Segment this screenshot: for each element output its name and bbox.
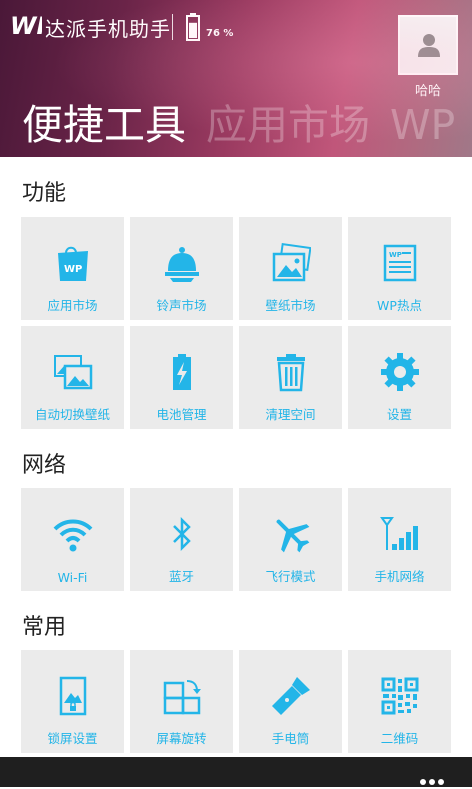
flashlight-icon [272, 677, 310, 715]
tile-ringtone-market[interactable]: 铃声市场 [130, 217, 233, 320]
tile-label: WP热点 [377, 298, 422, 313]
tile-qrcode[interactable]: 二维码 [348, 650, 451, 753]
tile-label: Wi-Fi [57, 570, 88, 585]
rotate-screen-icon [163, 680, 201, 715]
section-title-network: 网络 [22, 453, 67, 478]
tile-label: 屏幕旋转 [156, 731, 207, 746]
signal-icon [380, 517, 418, 550]
tile-label: 锁屏设置 [47, 731, 98, 746]
svg-text:WP: WP [64, 264, 82, 275]
tile-lockscreen[interactable]: 锁屏设置 [21, 650, 124, 753]
bluetooth-icon [173, 516, 191, 552]
trash-icon [277, 354, 305, 392]
tile-mobile-network[interactable]: 手机网络 [348, 488, 451, 591]
switch-wallpaper-icon [54, 355, 93, 390]
battery-fill [189, 22, 197, 38]
header-separator [172, 14, 173, 40]
tile-airplane[interactable]: 飞行模式 [239, 488, 342, 591]
tile-label: 二维码 [380, 731, 419, 746]
battery-icon [186, 13, 200, 41]
tile-label: 飞行模式 [265, 569, 316, 584]
airplane-icon [276, 519, 310, 553]
battery-percent: 76 % [206, 28, 234, 39]
tile-label: 清理空间 [265, 407, 316, 422]
header: WP 达派手机助手 76 % 哈哈 便捷工具应用市场 WP [0, 0, 472, 157]
tile-label: 电池管理 [156, 407, 207, 422]
username: 哈哈 [414, 84, 441, 99]
tile-app-market[interactable]: WP 应用市场 [21, 217, 124, 320]
tile-label: 手电筒 [271, 731, 310, 746]
tile-wallpaper-market[interactable]: 壁纸市场 [239, 217, 342, 320]
news-icon: WP [383, 244, 417, 282]
app-title: 达派手机助手 [45, 17, 171, 41]
wallpaper-icon [272, 243, 311, 282]
tile-wifi[interactable]: Wi-Fi [21, 488, 124, 591]
bell-icon [165, 247, 199, 282]
tile-rotate-screen[interactable]: 屏幕旋转 [130, 650, 233, 753]
section-title-features: 功能 [22, 181, 67, 206]
gear-icon [381, 353, 419, 391]
pivot-item-wp[interactable]: WP [390, 101, 455, 149]
tile-label: 铃声市场 [156, 298, 207, 313]
section-title-common: 常用 [22, 615, 67, 640]
tile-battery-manage[interactable]: 电池管理 [130, 326, 233, 429]
tile-label: 应用市场 [47, 298, 98, 313]
pivot-item-market[interactable]: 应用市场 [206, 101, 370, 149]
tile-label: 设置 [386, 407, 412, 422]
store-bag-icon: WP [58, 246, 88, 281]
pivot-header: 便捷工具 应用市场 WP [22, 99, 472, 151]
more-options-icon[interactable] [420, 770, 450, 785]
avatar[interactable] [398, 15, 458, 75]
battery-charge-icon [173, 354, 191, 390]
pivot-item-tools[interactable]: 便捷工具 [22, 101, 186, 149]
tile-clean-space[interactable]: 清理空间 [239, 326, 342, 429]
tile-wp-hot[interactable]: WP WP热点 [348, 217, 451, 320]
app-bar [0, 757, 472, 787]
tile-label: 手机网络 [374, 569, 425, 584]
svg-text:WP: WP [389, 251, 402, 259]
tile-label: 自动切换壁纸 [34, 407, 110, 422]
user-icon [418, 34, 440, 57]
wifi-icon [53, 519, 93, 552]
lockscreen-icon [59, 676, 87, 716]
tile-label: 蓝牙 [168, 569, 194, 584]
tile-bluetooth[interactable]: 蓝牙 [130, 488, 233, 591]
tile-label: 壁纸市场 [265, 298, 316, 313]
tile-flashlight[interactable]: 手电筒 [239, 650, 342, 753]
tile-settings[interactable]: 设置 [348, 326, 451, 429]
app-logo-icon: WP [10, 12, 42, 40]
tile-auto-wallpaper[interactable]: 自动切换壁纸 [21, 326, 124, 429]
qrcode-icon [381, 677, 419, 715]
app-logo-text: WP [10, 12, 42, 40]
